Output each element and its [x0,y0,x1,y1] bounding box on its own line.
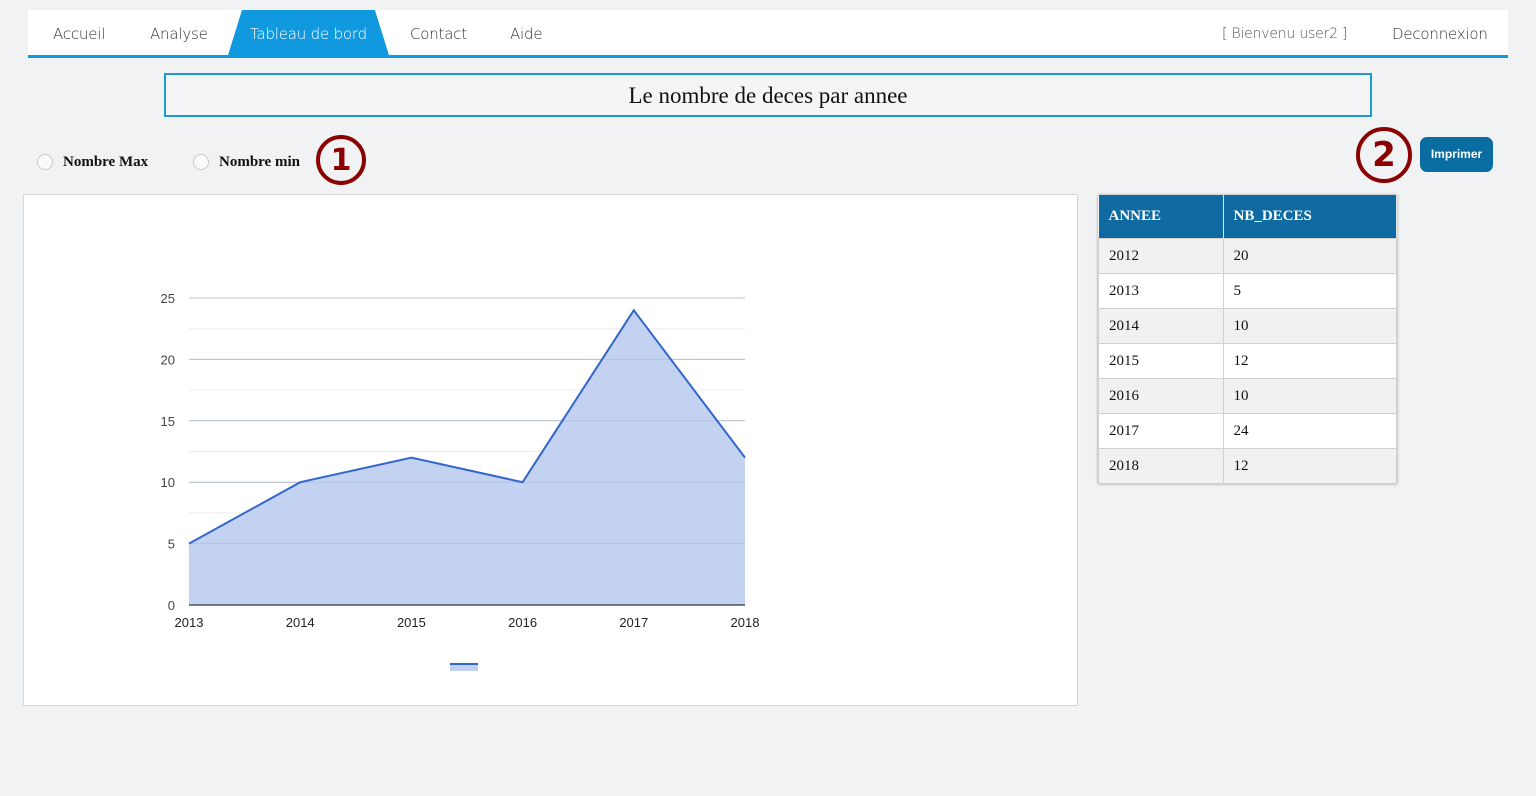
x-tick-label: 2015 [397,615,426,630]
table-row: 2014 10 [1098,308,1397,344]
table-row: 2016 10 [1098,378,1397,414]
table-row: 2017 24 [1098,413,1397,449]
nav-contact[interactable]: Contact [410,10,467,55]
y-tick-label: 0 [168,598,175,613]
logout-link[interactable]: Deconnexion [1392,10,1488,55]
nav-aide[interactable]: Aide [510,10,543,55]
radio-min-circle[interactable] [193,154,209,170]
y-tick-label: 15 [161,414,175,429]
x-tick-label: 2018 [731,615,760,630]
table-header-row: ANNEE NB_DECES [1098,195,1397,239]
y-tick-label: 25 [161,291,175,306]
area-chart: 0 5 10 15 20 25 2013 2014 2015 2016 2017 2018 [161,291,760,671]
cell-nb-deces: 10 [1222,308,1397,344]
page-title: Le nombre de deces par annee [164,73,1372,117]
radio-max-circle[interactable] [37,154,53,170]
radio-min-label: Nombre min [219,153,300,170]
header-annee: ANNEE [1098,195,1224,239]
deaths-table: ANNEE NB_DECES 2012 20 2013 5 2014 10 2015 12 20… [1098,195,1397,484]
chart-panel: 0 5 10 15 20 25 2013 2014 2015 2016 2017 2018 [23,194,1078,706]
cell-nb-deces: 10 [1222,378,1397,414]
nav-accueil[interactable]: Accueil [53,10,105,55]
nav-tableau-de-bord[interactable]: Tableau de bord [228,10,389,55]
cell-annee: 2013 [1098,273,1224,309]
welcome-text: [ Bienvenu user2 ] [1222,26,1348,42]
table-row: 2013 5 [1098,273,1397,309]
radio-max-label: Nombre Max [63,153,149,170]
print-button[interactable]: Imprimer [1420,137,1493,172]
cell-annee: 2016 [1098,378,1224,414]
cell-nb-deces: 12 [1222,343,1397,379]
legend-swatch-fill [450,665,478,671]
radio-nombre-max[interactable]: Nombre Max [37,150,148,174]
header-nb-deces: NB_DECES [1223,195,1397,239]
radio-nombre-min[interactable]: Nombre min [193,150,300,174]
y-tick-label: 20 [161,352,175,367]
top-nav: Accueil Analyse Tableau de bord Contact … [28,10,1508,58]
y-tick-label: 10 [161,475,175,490]
cell-nb-deces: 12 [1222,448,1397,484]
annotation-marker-2: 2 [1356,127,1412,183]
cell-annee: 2014 [1098,308,1224,344]
y-tick-label: 5 [168,537,175,552]
x-tick-label: 2017 [619,615,648,630]
table-row: 2018 12 [1098,448,1397,484]
annotation-marker-1: 1 [316,135,366,185]
cell-annee: 2017 [1098,413,1224,449]
table-row: 2015 12 [1098,343,1397,379]
x-tick-label: 2014 [286,615,315,630]
cell-nb-deces: 24 [1222,413,1397,449]
x-tick-label: 2016 [508,615,537,630]
cell-nb-deces: 5 [1222,273,1397,309]
nav-analyse[interactable]: Analyse [150,10,208,55]
x-tick-label: 2013 [175,615,204,630]
cell-annee: 2018 [1098,448,1224,484]
cell-annee: 2012 [1098,238,1224,274]
series-area [189,310,745,605]
cell-nb-deces: 20 [1222,238,1397,274]
cell-annee: 2015 [1098,343,1224,379]
table-row: 2012 20 [1098,238,1397,274]
